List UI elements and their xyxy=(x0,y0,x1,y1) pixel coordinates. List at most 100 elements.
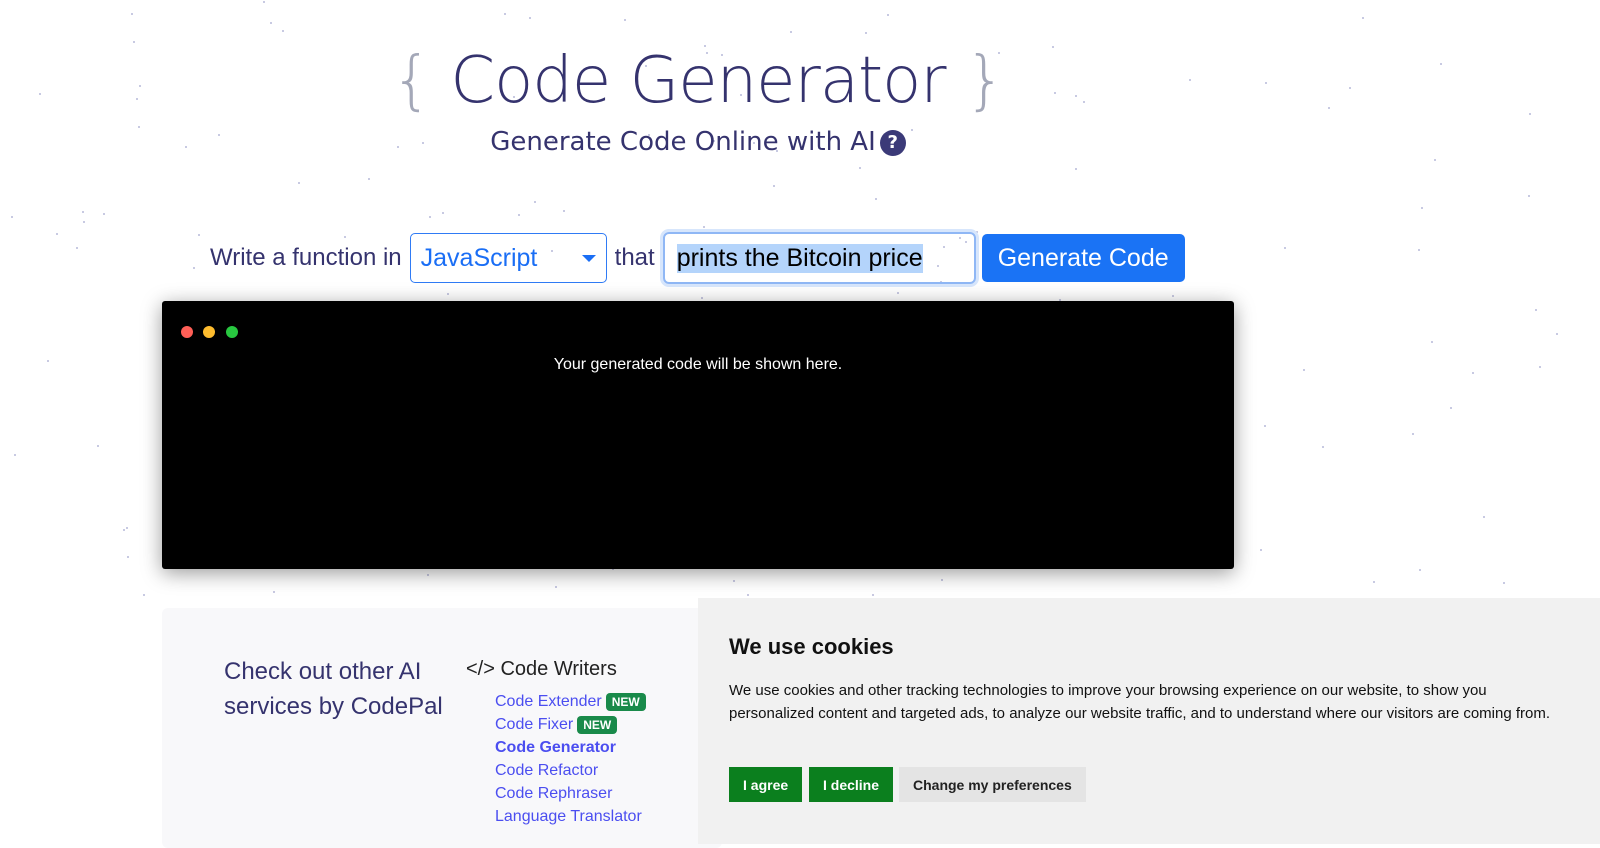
star-dot xyxy=(858,167,861,170)
star-dot xyxy=(1440,62,1443,65)
star-dot xyxy=(298,182,301,185)
star-dot xyxy=(503,12,506,15)
star-dot xyxy=(198,234,201,237)
chevron-down-icon xyxy=(581,254,596,262)
star-dot xyxy=(81,211,84,214)
prompt-input[interactable]: prints the Bitcoin price xyxy=(662,232,976,284)
star-dot xyxy=(123,528,126,531)
star-dot xyxy=(772,185,775,188)
star-dot xyxy=(790,31,793,34)
title-text: Code Generator xyxy=(450,44,946,118)
star-dot xyxy=(193,266,196,269)
star-dot xyxy=(368,177,371,180)
star-dot xyxy=(1450,406,1453,409)
star-dot xyxy=(1482,516,1485,519)
star-dot xyxy=(96,444,99,447)
star-dot xyxy=(1538,365,1541,368)
star-dot xyxy=(127,555,130,558)
star-dot xyxy=(747,594,750,597)
generator-form: Write a function in JavaScript that prin… xyxy=(210,232,1185,284)
star-dot xyxy=(1264,424,1267,427)
services-panel: Check out other AI services by CodePal </… xyxy=(162,608,722,848)
star-dot xyxy=(1074,168,1077,171)
maximize-dot-icon xyxy=(226,326,238,338)
star-dot xyxy=(703,226,706,229)
star-dot xyxy=(56,233,59,236)
prefix-label: Write a function in xyxy=(210,244,402,271)
generate-code-button[interactable]: Generate Code xyxy=(981,234,1185,282)
cookie-banner: We use cookies We use cookies and other … xyxy=(698,598,1600,844)
bracket-open: { xyxy=(391,44,432,118)
link-code-fixer[interactable]: Code Fixer NEW xyxy=(495,713,646,736)
star-dot xyxy=(76,247,79,250)
minimize-dot-icon xyxy=(203,326,215,338)
star-dot xyxy=(1528,194,1531,197)
cookie-text: We use cookies and other tracking techno… xyxy=(729,682,1551,722)
star-dot xyxy=(1259,548,1262,551)
star-dot xyxy=(13,453,16,456)
close-dot-icon xyxy=(181,326,193,338)
star-dot xyxy=(896,292,899,295)
star-dot xyxy=(1303,368,1306,371)
star-dot xyxy=(130,12,133,15)
star-dot xyxy=(528,16,531,19)
page-title: { Code Generator } xyxy=(0,44,1396,118)
star-dot xyxy=(11,215,14,218)
star-dot xyxy=(941,578,944,581)
star-dot xyxy=(1434,158,1436,161)
star-dot xyxy=(533,201,536,204)
star-dot xyxy=(864,31,867,34)
star-dot xyxy=(875,198,878,201)
category-code-writers: </> Code Writers xyxy=(466,658,617,680)
new-badge: NEW xyxy=(577,716,618,734)
star-dot xyxy=(143,594,146,597)
star-dot xyxy=(426,573,429,576)
star-dot xyxy=(624,19,627,22)
link-code-generator[interactable]: Code Generator xyxy=(495,736,646,759)
star-dot xyxy=(1472,371,1475,374)
star-dot xyxy=(562,210,565,213)
star-dot xyxy=(447,292,450,295)
new-badge: NEW xyxy=(605,693,646,711)
language-select[interactable]: JavaScript xyxy=(409,233,607,283)
star-dot xyxy=(1411,433,1414,436)
subtitle-text: Generate Code Online with AI xyxy=(490,127,876,157)
star-dot xyxy=(82,221,85,224)
star-dot xyxy=(1284,247,1287,250)
help-icon[interactable]: ? xyxy=(879,130,906,156)
star-dot xyxy=(281,30,284,33)
star-dot xyxy=(47,360,50,363)
star-dot xyxy=(872,593,875,596)
star-dot xyxy=(887,14,890,17)
agree-button[interactable]: I agree xyxy=(729,767,803,802)
star-dot xyxy=(1430,341,1433,344)
prompt-value: prints the Bitcoin price xyxy=(676,243,923,273)
link-code-rephraser[interactable]: Code Rephraser xyxy=(495,782,646,805)
star-dot xyxy=(1373,581,1376,584)
star-dot xyxy=(272,591,275,594)
star-dot xyxy=(554,586,557,589)
star-dot xyxy=(269,22,272,25)
star-dot xyxy=(102,213,105,216)
link-code-refactor[interactable]: Code Refactor xyxy=(495,759,646,782)
link-code-extender[interactable]: Code Extender NEW xyxy=(495,690,646,713)
link-language-translator[interactable]: Language Translator xyxy=(495,805,646,828)
services-heading: Check out other AI services by CodePal xyxy=(224,658,443,720)
star-dot xyxy=(428,215,431,218)
language-value: JavaScript xyxy=(420,243,538,272)
star-dot xyxy=(1556,332,1559,335)
code-output-terminal: Your generated code will be shown here. xyxy=(162,301,1234,569)
decline-button[interactable]: I decline xyxy=(809,767,894,802)
output-placeholder: Your generated code will be shown here. xyxy=(553,356,843,373)
preferences-button[interactable]: Change my preferences xyxy=(899,767,1086,802)
star-dot xyxy=(1171,295,1174,298)
star-dot xyxy=(1418,568,1421,571)
connector-label: that xyxy=(614,244,655,271)
star-dot xyxy=(1321,445,1324,448)
star-dot xyxy=(1535,308,1538,311)
star-dot xyxy=(125,527,128,530)
cookie-title: We use cookies xyxy=(729,634,894,659)
code-icon: </> xyxy=(466,658,495,680)
star-dot xyxy=(1421,206,1424,209)
star-dot xyxy=(263,0,266,3)
